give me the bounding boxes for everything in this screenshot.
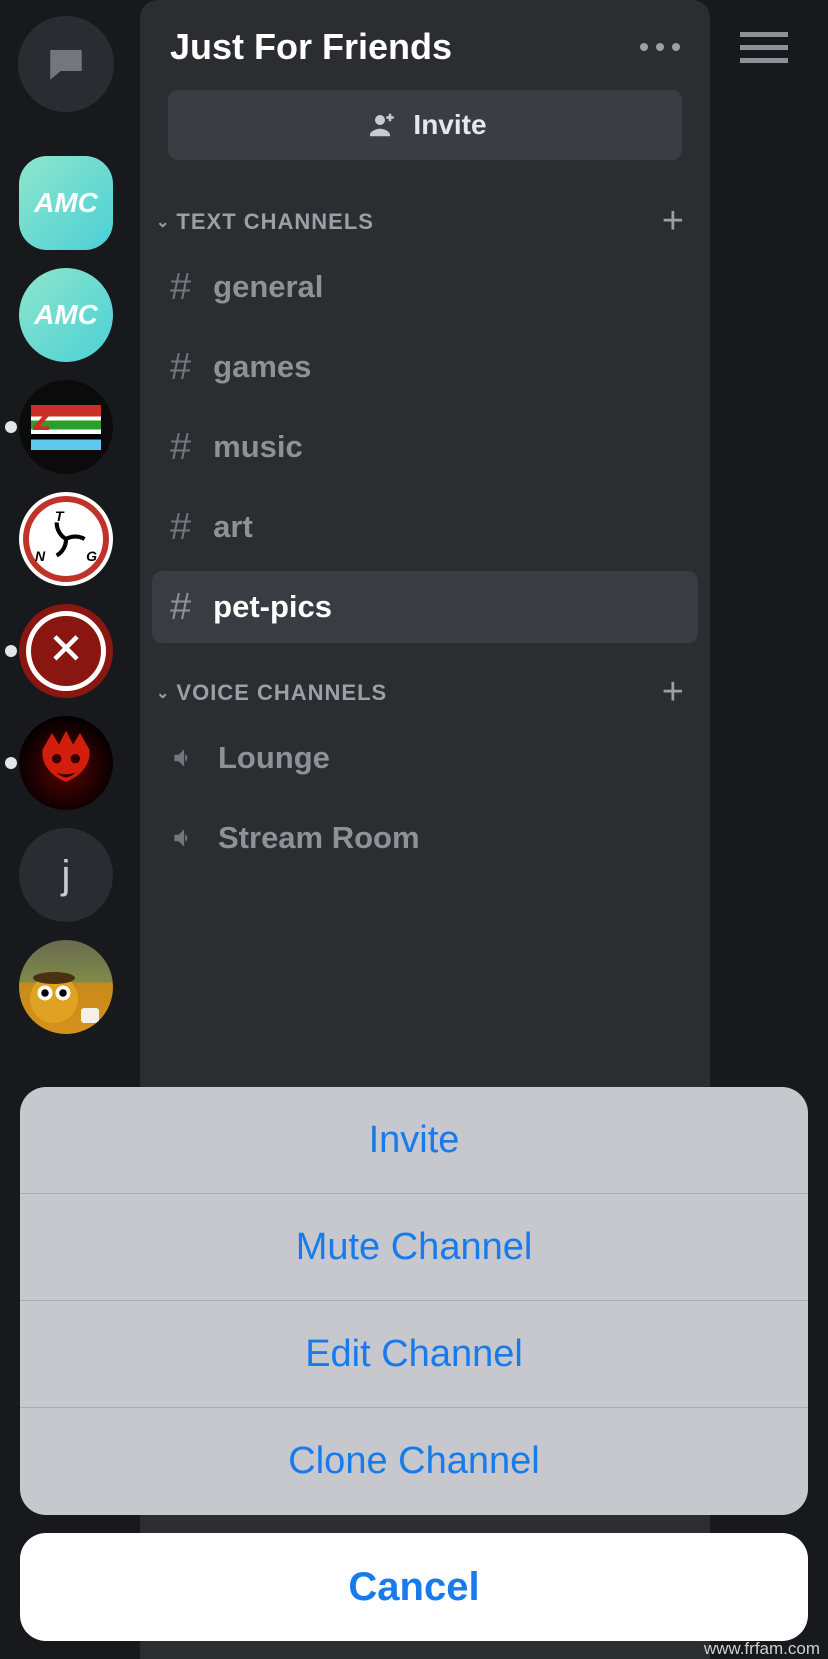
sheet-cancel[interactable]: Cancel (20, 1533, 808, 1641)
watermark: www.frfam.com (704, 1639, 820, 1659)
action-sheet: Invite Mute Channel Edit Channel Clone C… (20, 1087, 808, 1641)
action-sheet-group: Invite Mute Channel Edit Channel Clone C… (20, 1087, 808, 1515)
sheet-mute[interactable]: Mute Channel (20, 1194, 808, 1301)
sheet-invite[interactable]: Invite (20, 1087, 808, 1194)
sheet-clone[interactable]: Clone Channel (20, 1408, 808, 1515)
sheet-edit[interactable]: Edit Channel (20, 1301, 808, 1408)
